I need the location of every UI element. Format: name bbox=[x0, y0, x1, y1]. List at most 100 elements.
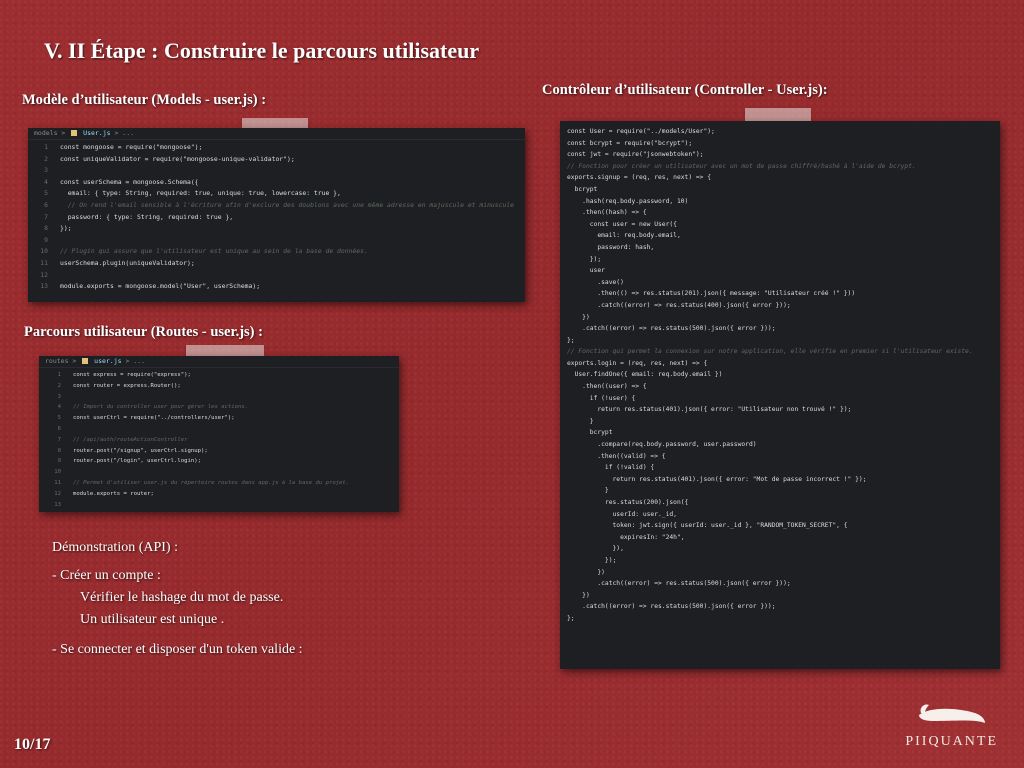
code-text: module.exports = mongoose.model("User", … bbox=[60, 282, 261, 291]
code-line: // Fonction qui permet la connexion sur … bbox=[567, 346, 1000, 358]
line-number: 9 bbox=[57, 458, 61, 465]
code-line: 9 bbox=[28, 235, 525, 247]
code-text: router.post("/signup", userCtrl.signup); bbox=[73, 447, 208, 454]
code-line: 2 const uniqueValidator = require("mongoo… bbox=[28, 154, 525, 166]
code-line: // Fonction pour créer un utilisateur av… bbox=[567, 161, 1000, 173]
code-text: const jwt = require("jsonwebtoken"); bbox=[567, 151, 704, 159]
code-line: .then(() => res.status(201).json({ messa… bbox=[567, 288, 1000, 300]
line-number: 1 bbox=[57, 372, 61, 378]
code-line: .catch((error) => res.status(500).json({… bbox=[567, 323, 1000, 335]
code-line: 1 const express = require("express"); bbox=[39, 370, 399, 381]
code-line: 3 bbox=[39, 392, 399, 403]
code-text: const bcrypt = require("bcrypt"); bbox=[567, 139, 693, 147]
models-code: 1 const mongoose = require("mongoose"); 2 c… bbox=[28, 140, 525, 293]
code-text: .then(() => res.status(201).json({ messa… bbox=[567, 290, 856, 298]
line-number: 3 bbox=[57, 393, 61, 400]
code-text: } bbox=[567, 487, 609, 495]
code-line: 5 const userCtrl = require("../controller… bbox=[39, 413, 399, 424]
code-text: }), bbox=[567, 545, 624, 553]
code-line: } bbox=[567, 416, 1000, 428]
line-number: 2 bbox=[57, 382, 61, 389]
code-line: 11 userSchema.plugin(uniqueValidator); bbox=[28, 258, 525, 270]
js-file-icon bbox=[82, 358, 89, 364]
line-number: 2 bbox=[44, 154, 48, 163]
demo-subitem-unique: Un utilisateur est unique . bbox=[80, 612, 225, 627]
code-text: .then((hash) => { bbox=[567, 209, 647, 217]
breadcrumb-rest: > ... bbox=[114, 129, 135, 137]
code-line: 13 module.exports = mongoose.model("User"… bbox=[28, 281, 525, 293]
code-text: userSchema.plugin(uniqueValidator); bbox=[60, 258, 195, 267]
code-text: return res.status(401).json({ error: "Mo… bbox=[567, 475, 867, 483]
line-number: 6 bbox=[57, 425, 61, 432]
code-text: module.exports = router; bbox=[73, 490, 154, 497]
code-line: 8 router.post("/signup", userCtrl.signup)… bbox=[39, 446, 399, 457]
code-line: res.status(200).json({ bbox=[567, 497, 1000, 509]
code-line: 11 // Permet d'utiliser user.js du répert… bbox=[39, 478, 399, 489]
code-text: }) bbox=[567, 591, 590, 599]
code-line: 9 router.post("/login", userCtrl.login); bbox=[39, 456, 399, 467]
code-line: const user = new User({ bbox=[567, 219, 1000, 231]
code-text: // On rend l'email sensible à l'écriture… bbox=[60, 200, 515, 209]
pepper-icon bbox=[918, 704, 985, 723]
code-line: } bbox=[567, 485, 1000, 497]
line-number: 7 bbox=[57, 436, 61, 443]
code-text: // Permet d'utiliser user.js du répertoi… bbox=[73, 479, 350, 486]
code-text: email: req.body.email, bbox=[567, 232, 681, 240]
code-text: router.post("/login", userCtrl.login); bbox=[73, 458, 201, 465]
code-text: bcrypt bbox=[567, 429, 613, 437]
code-text: .then((user) => { bbox=[567, 383, 647, 391]
code-text: res.status(200).json({ bbox=[567, 499, 689, 506]
code-line: .then((hash) => { bbox=[567, 207, 1000, 219]
code-line: 10 // Plugin qui assure que l'utilisateur… bbox=[28, 246, 525, 258]
code-line: const bcrypt = require("bcrypt"); bbox=[567, 138, 1000, 150]
line-number: 10 bbox=[54, 469, 61, 476]
code-line: .then((user) => { bbox=[567, 381, 1000, 393]
demo-subitem-hash: Vérifier le hashage du mot de passe. bbox=[80, 590, 284, 605]
code-line: 4 const userSchema = mongoose.Schema({ bbox=[28, 177, 525, 189]
line-number: 13 bbox=[54, 501, 61, 508]
code-line: }) bbox=[567, 590, 1000, 602]
code-line: if (!valid) { bbox=[567, 462, 1000, 474]
controller-code-panel: const User = require("../models/User"); c… bbox=[560, 121, 1000, 669]
code-text: User.findOne({ email: req.body.email }) bbox=[567, 371, 723, 379]
line-number: 3 bbox=[44, 166, 48, 175]
code-text: const router = express.Router(); bbox=[73, 382, 181, 389]
demo-item-login: - Se connecter et disposer d'un token va… bbox=[52, 642, 303, 657]
routes-label: Parcours utilisateur (Routes - user.js) … bbox=[24, 324, 263, 340]
code-text: .catch((error) => res.status(500).json({… bbox=[567, 580, 791, 588]
code-line: return res.status(401).json({ error: "Mo… bbox=[567, 474, 1000, 486]
code-line: 2 const router = express.Router(); bbox=[39, 381, 399, 392]
line-number: 4 bbox=[57, 404, 61, 411]
line-number: 6 bbox=[44, 200, 48, 209]
line-number: 10 bbox=[40, 247, 48, 256]
code-line: 5 email: { type: String, required: true,… bbox=[28, 188, 525, 200]
code-text: }) bbox=[567, 313, 590, 321]
slide-title: V. II Étape : Construire le parcours uti… bbox=[44, 38, 480, 63]
code-line: }); bbox=[567, 555, 1000, 567]
line-number: 12 bbox=[40, 270, 48, 279]
line-number: 12 bbox=[54, 490, 61, 497]
code-line: }; bbox=[567, 335, 1000, 347]
code-line: 4 // Import du controller user pour gérer… bbox=[39, 402, 399, 413]
code-line: .save() bbox=[567, 277, 1000, 289]
code-text: return res.status(401).json({ error: "Ut… bbox=[567, 406, 852, 414]
models-code-panel: models > User.js > ... 1 const mongoose =… bbox=[28, 128, 525, 302]
code-line: 6 bbox=[39, 424, 399, 435]
breadcrumb-file: User.js bbox=[83, 129, 111, 137]
code-text: if (!user) { bbox=[567, 394, 636, 402]
code-line: 10 bbox=[39, 467, 399, 478]
demo-section: Démonstration (API) : - Créer un compte … bbox=[52, 540, 303, 664]
code-text: // Fonction qui permet la connexion sur … bbox=[567, 348, 973, 356]
code-text: const User = require("../models/User"); bbox=[567, 128, 715, 135]
code-text: .catch((error) => res.status(400).json({… bbox=[567, 301, 791, 309]
code-line: .hash(req.body.password, 10) bbox=[567, 196, 1000, 208]
code-line: bcrypt bbox=[567, 427, 1000, 439]
code-text: const userSchema = mongoose.Schema({ bbox=[60, 177, 199, 186]
code-line: 7 // /api/auth/routeActionController bbox=[39, 435, 399, 446]
routes-code: 1 const express = require("express"); 2 con… bbox=[39, 368, 399, 510]
